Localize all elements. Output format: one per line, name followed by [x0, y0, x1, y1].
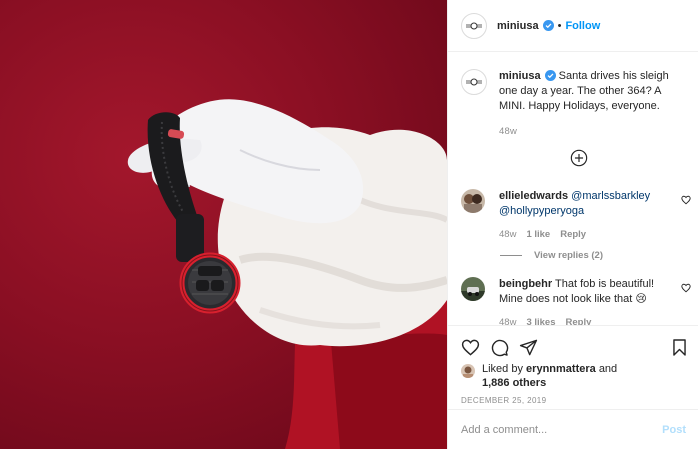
comment-likes[interactable]: 3 likes [526, 315, 555, 325]
post-comment-button[interactable]: Post [662, 424, 686, 436]
comment-time[interactable]: 48w [499, 227, 516, 242]
reply-button[interactable]: Reply [566, 315, 592, 325]
brand-avatar[interactable] [461, 12, 487, 39]
reply-button[interactable]: Reply [560, 227, 586, 242]
comment-item: beingbehr That fob is beautiful! Mine do… [461, 277, 691, 325]
mini-logo-icon [466, 78, 482, 86]
liked-by-prefix: Liked by [482, 363, 523, 375]
header-username[interactable]: miniusa [497, 20, 539, 32]
avatar-photo [461, 277, 485, 301]
post-header: miniusa • Follow [448, 0, 698, 52]
avatar-photo [461, 189, 485, 213]
share-icon[interactable] [519, 338, 538, 357]
mini-logo-icon [466, 22, 482, 29]
likes-summary: Liked by erynnmattera and 1,886 others [448, 362, 698, 390]
plus-circle-icon[interactable] [570, 149, 588, 167]
separator-dot: • [557, 19, 562, 32]
post-caption: miniusa Santa drives his sleigh one day … [448, 53, 698, 139]
heart-icon[interactable] [681, 283, 691, 293]
caption-username[interactable]: miniusa [499, 70, 541, 82]
commenter-avatar[interactable] [461, 277, 485, 301]
santa-key-fob-image [127, 99, 447, 449]
replies-line [500, 255, 522, 256]
post-actions: Liked by erynnmattera and 1,886 others D… [448, 325, 698, 409]
verified-badge-icon [542, 20, 554, 31]
liked-by-joiner: and [598, 363, 618, 375]
comment-username[interactable]: ellieledwards [499, 190, 568, 202]
follow-button[interactable]: Follow [565, 20, 600, 32]
heart-icon[interactable] [681, 195, 691, 205]
post-photo [0, 0, 447, 449]
view-replies-button[interactable]: View replies (2) [500, 250, 603, 261]
likes-count[interactable]: 1,886 others [482, 377, 546, 389]
view-replies-label: View replies (2) [534, 250, 603, 261]
post-side-panel: miniusa • Follow miniusa Santa drives hi… [447, 0, 698, 449]
avatar-photo [461, 364, 475, 378]
post-date[interactable]: DECEMBER 25, 2019 [448, 396, 698, 405]
comment-time[interactable]: 48w [499, 315, 516, 325]
comment-input[interactable] [461, 423, 663, 436]
caption-avatar[interactable] [461, 69, 487, 95]
comment-username[interactable]: beingbehr [499, 278, 552, 290]
instagram-post: miniusa • Follow miniusa Santa drives hi… [0, 0, 698, 449]
action-icons-row [448, 326, 698, 360]
comments-section[interactable]: miniusa Santa drives his sleigh one day … [448, 53, 698, 325]
liker-username[interactable]: erynnmattera [526, 363, 596, 375]
verified-badge-icon [544, 70, 556, 81]
commenter-avatar[interactable] [461, 189, 485, 213]
comment-icon[interactable] [490, 338, 509, 357]
comment-likes[interactable]: 1 like [526, 227, 550, 242]
bookmark-icon[interactable] [670, 338, 689, 357]
caption-time[interactable]: 48w [499, 124, 686, 139]
heart-icon[interactable] [461, 338, 480, 357]
liker-avatar[interactable] [461, 364, 475, 378]
add-comment-bar: Post [448, 409, 698, 449]
comment-item: ellieledwards @marlssbarkley @hollypyper… [461, 189, 691, 242]
